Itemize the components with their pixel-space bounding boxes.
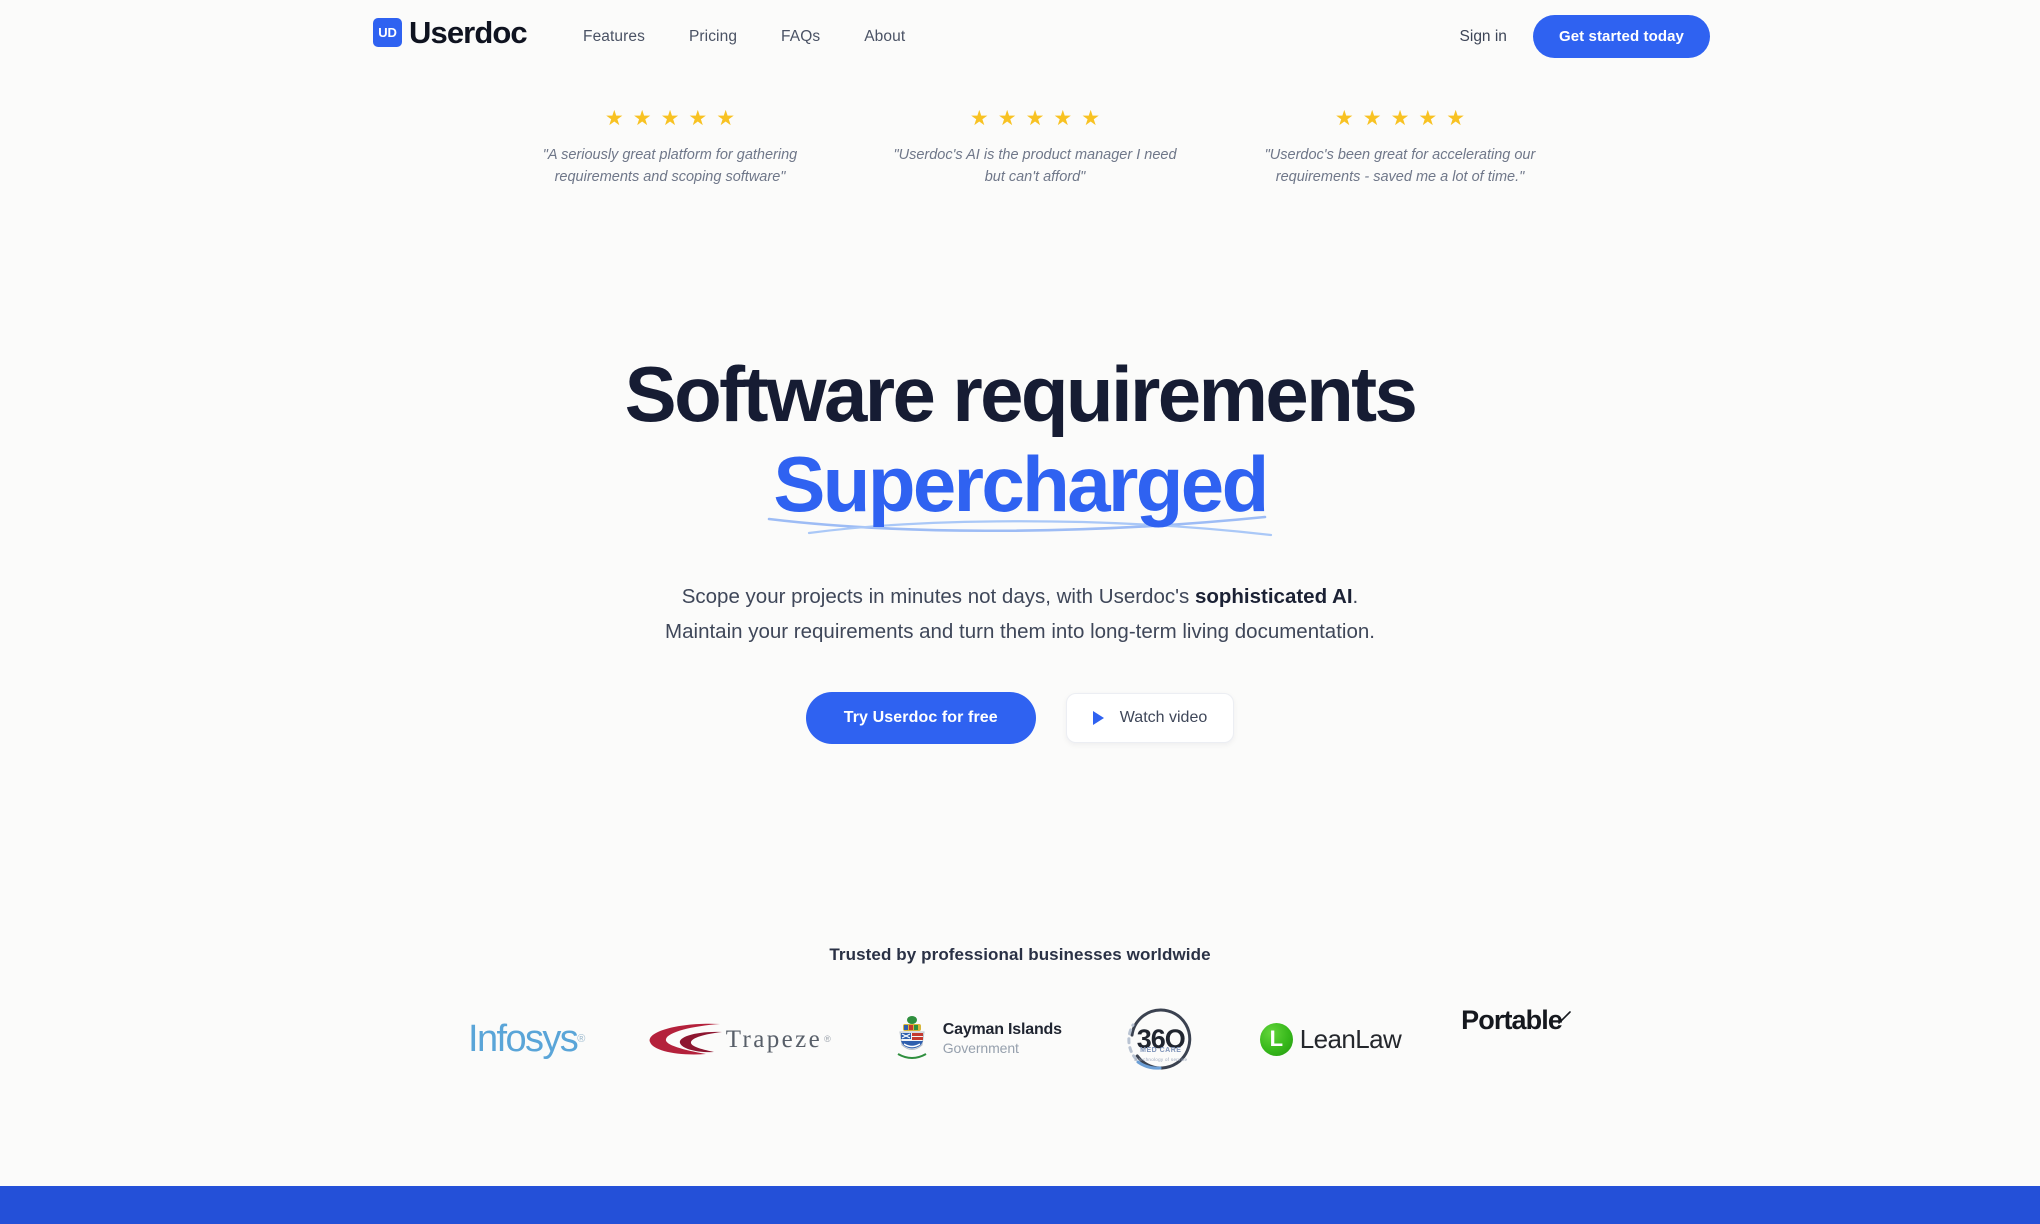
star-rating: ★ ★ ★ ★ ★ xyxy=(520,108,820,129)
hero-section: Software requirements Supercharged Scope… xyxy=(0,355,2040,744)
logo-cayman-text: Cayman Islands Government xyxy=(943,1021,1062,1056)
logo-360-sub-2: a technology of service xyxy=(1134,1057,1188,1062)
registered-mark-icon: ® xyxy=(824,1034,831,1044)
userdoc-logo-icon: UD xyxy=(373,18,402,47)
nav-item-features[interactable]: Features xyxy=(583,28,645,46)
logo-portable: Portable xyxy=(1461,1007,1572,1071)
nav-item-about[interactable]: About xyxy=(864,28,905,46)
trusted-by-section: Trusted by professional businesses world… xyxy=(0,945,2040,1071)
landing-page: UD Userdoc Features Pricing FAQs About S… xyxy=(0,0,2040,1224)
logo-leanlaw-text: LeanLaw xyxy=(1299,1024,1402,1054)
star-icon: ★ xyxy=(604,107,624,130)
hero-sub-text-b: . xyxy=(1352,585,1359,608)
logo-360-med-care: 36O MED CARE a technology of service xyxy=(1122,1007,1200,1071)
star-icon: ★ xyxy=(997,107,1017,130)
nav-item-faqs[interactable]: FAQs xyxy=(781,28,820,46)
brand-logo[interactable]: UD Userdoc xyxy=(373,15,528,50)
star-icon: ★ xyxy=(1418,107,1438,130)
hero-title-line-2: Supercharged xyxy=(773,440,1269,528)
star-icon: ★ xyxy=(632,107,652,130)
testimonial-quote: "Userdoc's been great for accelerating o… xyxy=(1264,147,1536,186)
get-started-button[interactable]: Get started today xyxy=(1532,15,1710,58)
trapeze-swoosh-icon xyxy=(649,1023,722,1055)
star-icon: ★ xyxy=(1390,107,1410,130)
hero-sub-emphasis: sophisticated AI xyxy=(1194,585,1353,608)
cayman-crest-icon xyxy=(897,1016,927,1059)
brand-name: Userdoc xyxy=(409,15,528,50)
logo-infosys: Infosys ® xyxy=(468,1007,585,1071)
testimonial-quote: "A seriously great platform for gatherin… xyxy=(542,147,798,186)
hero-subtitle-line-2: Maintain your requirements and turn them… xyxy=(665,620,1375,644)
site-header: UD Userdoc Features Pricing FAQs About S… xyxy=(0,0,2040,78)
star-icon: ★ xyxy=(1053,107,1073,130)
hero-cta-group: Try Userdoc for free Watch video xyxy=(0,691,2040,744)
registered-mark-icon: ® xyxy=(577,1032,585,1045)
footer-accent-bar xyxy=(0,1186,2040,1224)
leanlaw-mark-icon: L xyxy=(1259,1022,1293,1056)
play-icon xyxy=(1092,710,1104,725)
page-title: Software requirements Supercharged xyxy=(0,355,2040,537)
sign-in-link[interactable]: Sign in xyxy=(1460,28,1507,46)
logo-portable-text: Portable xyxy=(1461,1005,1563,1035)
portable-tick-icon xyxy=(1558,1011,1572,1025)
star-icon: ★ xyxy=(688,107,708,130)
main-nav: Features Pricing FAQs About xyxy=(583,28,905,46)
header-actions: Sign in Get started today xyxy=(1460,15,1710,58)
try-userdoc-button[interactable]: Try Userdoc for free xyxy=(805,691,1036,744)
trusted-by-title: Trusted by professional businesses world… xyxy=(829,945,1211,964)
hero-title-line-2-wrap: Supercharged xyxy=(0,440,2040,537)
testimonial-item: ★ ★ ★ ★ ★ "A seriously great platform fo… xyxy=(520,108,820,189)
star-icon: ★ xyxy=(1362,107,1382,130)
star-icon: ★ xyxy=(1446,107,1466,130)
star-icon: ★ xyxy=(1081,107,1101,130)
hero-subtitle-line-1: Scope your projects in minutes not days,… xyxy=(0,579,2040,614)
star-icon: ★ xyxy=(1334,107,1354,130)
star-icon: ★ xyxy=(969,107,989,130)
testimonial-item: ★ ★ ★ ★ ★ "Userdoc's been great for acce… xyxy=(1250,108,1550,189)
watch-video-button[interactable]: Watch video xyxy=(1065,692,1235,743)
logo-infosys-text: Infosys xyxy=(468,1018,579,1060)
testimonial-item: ★ ★ ★ ★ ★ "Userdoc's AI is the product m… xyxy=(885,108,1185,189)
testimonial-quote: "Userdoc's AI is the product manager I n… xyxy=(893,147,1177,186)
star-icon: ★ xyxy=(660,107,680,130)
star-icon: ★ xyxy=(1025,107,1045,130)
watch-video-label: Watch video xyxy=(1119,708,1208,726)
client-logo-row: Infosys ® Trapeze ® Cayman Islands Gover… xyxy=(0,1007,2040,1071)
logo-cayman-line-2: Government xyxy=(942,1040,1019,1057)
logo-360-sub-1: MED CARE xyxy=(1140,1047,1182,1054)
logo-cayman-islands-government: Cayman Islands Government xyxy=(891,1007,1062,1071)
hero-title-line-1: Software requirements xyxy=(624,350,1418,438)
star-rating: ★ ★ ★ ★ ★ xyxy=(1250,108,1550,129)
testimonial-strip: ★ ★ ★ ★ ★ "A seriously great platform fo… xyxy=(520,108,1550,189)
hero-subtitle: Scope your projects in minutes not days,… xyxy=(0,579,2040,650)
hero-sub-text-a: Scope your projects in minutes not days,… xyxy=(681,585,1195,608)
nav-item-pricing[interactable]: Pricing xyxy=(689,28,737,46)
logo-trapeze: Trapeze ® xyxy=(644,1007,831,1071)
star-rating: ★ ★ ★ ★ ★ xyxy=(885,108,1185,129)
star-icon: ★ xyxy=(716,107,736,130)
logo-trapeze-text: Trapeze xyxy=(725,1025,823,1053)
logo-leanlaw: L LeanLaw xyxy=(1259,1007,1402,1071)
logo-cayman-line-1: Cayman Islands xyxy=(942,1021,1062,1039)
